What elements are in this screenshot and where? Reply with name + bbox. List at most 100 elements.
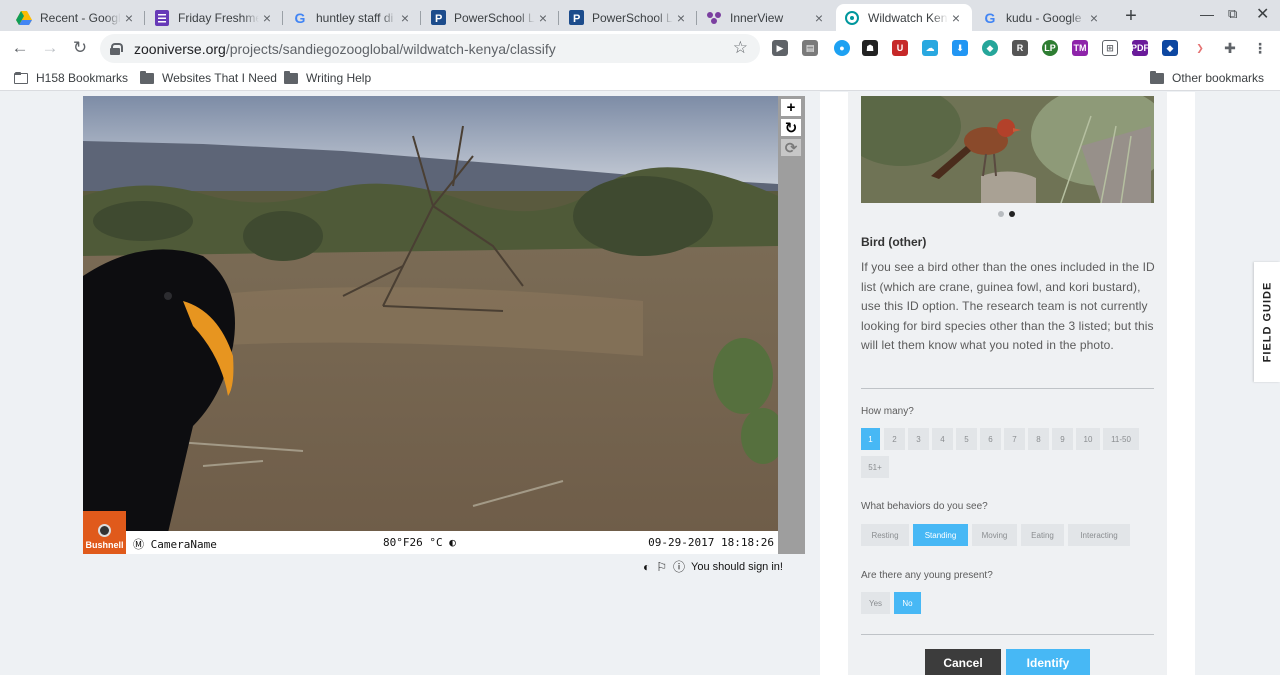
extension-icon[interactable]: TM <box>1072 40 1088 56</box>
carousel-dot-active[interactable] <box>1009 211 1015 217</box>
field-guide-label: FIELD GUIDE <box>1261 281 1274 363</box>
info-icon[interactable]: ⓘ <box>673 558 685 575</box>
tab-title: PowerSchool Le <box>592 10 673 25</box>
extension-icon[interactable]: R <box>1012 40 1028 56</box>
young-option-yes[interactable]: Yes <box>861 592 890 614</box>
restore-icon[interactable]: ⧉ <box>1228 6 1237 22</box>
puzzle-icon[interactable]: ✚ <box>1222 40 1238 56</box>
behavior-interacting[interactable]: Interacting <box>1068 524 1130 546</box>
tab-kudu-google[interactable]: G kudu - Google S × <box>974 4 1110 31</box>
minimize-icon[interactable]: — <box>1200 6 1214 22</box>
close-icon[interactable]: × <box>948 10 964 26</box>
extension-icon[interactable]: ◆ <box>982 40 998 56</box>
other-bookmarks[interactable]: Other bookmarks <box>1150 70 1265 85</box>
bookmark-writing-help[interactable]: Writing Help <box>284 70 372 85</box>
tab-friday-freshmen[interactable]: Friday Freshme × <box>146 4 283 31</box>
tab-title: PowerSchool Le <box>454 10 535 25</box>
lock-icon <box>110 42 123 55</box>
bookmark-websites[interactable]: Websites That I Need <box>140 70 277 85</box>
choice-description: If you see a bird other than the ones in… <box>861 260 1155 353</box>
how-many-option-10[interactable]: 10 <box>1076 428 1100 450</box>
close-icon[interactable]: × <box>535 10 551 26</box>
folder-icon <box>284 70 298 84</box>
new-tab-button[interactable]: + <box>1120 5 1142 28</box>
camera-name: Ⓜ CameraName <box>133 538 217 551</box>
extension-icon[interactable]: ☗ <box>862 40 878 56</box>
how-many-option-1[interactable]: 1 <box>861 428 880 450</box>
extension-icon[interactable]: ◆ <box>1162 40 1178 56</box>
subject-image[interactable] <box>83 96 778 554</box>
bookmark-folder-icon <box>14 71 28 84</box>
extension-icon[interactable]: ▶ <box>772 40 788 56</box>
camera-info-strip: Bushnell Ⓜ CameraName 80°F26 °C ◐ 09-29-… <box>83 511 778 554</box>
reset-button[interactable]: ⟳ <box>781 139 801 157</box>
close-icon[interactable]: × <box>121 10 137 26</box>
extension-icon[interactable]: LP <box>1042 40 1058 56</box>
tab-powerschool-2[interactable]: P PowerSchool Le × <box>560 4 697 31</box>
zoom-in-button[interactable]: + <box>781 99 801 116</box>
drive-icon <box>16 10 32 26</box>
viewer-toolbar: + ↻ ⟳ <box>778 96 805 554</box>
how-many-option-51-plus[interactable]: 51+ <box>861 456 889 478</box>
innerview-icon <box>706 10 722 26</box>
tab-powerschool-1[interactable]: P PowerSchool Le × <box>422 4 559 31</box>
rotate-button[interactable]: ↻ <box>781 119 801 137</box>
close-icon[interactable]: × <box>811 10 827 26</box>
powerschool-icon: P <box>430 10 446 26</box>
how-many-option-7[interactable]: 7 <box>1004 428 1025 450</box>
forward-icon[interactable]: → <box>40 38 60 58</box>
field-guide-tab[interactable]: FIELD GUIDE <box>1254 262 1280 382</box>
extension-icon[interactable]: ⊞ <box>1102 40 1118 56</box>
tab-huntley-staff[interactable]: G huntley staff di × <box>284 4 421 31</box>
reload-icon[interactable]: ↻ <box>70 38 90 58</box>
bookmark-h158[interactable]: H158 Bookmarks <box>14 71 128 85</box>
young-option-no[interactable]: No <box>894 592 921 614</box>
menu-icon[interactable]: ⋮ <box>1252 40 1268 56</box>
how-many-option-4[interactable]: 4 <box>932 428 953 450</box>
image-carousel-dots[interactable] <box>998 211 1015 217</box>
how-many-option-11-50[interactable]: 11-50 <box>1103 428 1139 450</box>
identify-button[interactable]: Identify <box>1006 649 1090 675</box>
google-icon: G <box>984 9 996 26</box>
extension-icon[interactable]: ⬇ <box>952 40 968 56</box>
how-many-option-6[interactable]: 6 <box>980 428 1001 450</box>
behavior-resting[interactable]: Resting <box>861 524 909 546</box>
extension-icon[interactable]: ❯ <box>1192 40 1208 56</box>
how-many-option-9[interactable]: 9 <box>1052 428 1073 450</box>
tab-title: huntley staff di <box>316 10 394 25</box>
extension-icon[interactable]: ☁ <box>922 40 938 56</box>
extension-icon[interactable]: ▤ <box>802 40 818 56</box>
close-icon[interactable]: × <box>1086 10 1102 26</box>
tab-wildwatch-kenya[interactable]: Wildwatch Ken × <box>836 4 972 31</box>
close-icon[interactable]: × <box>397 10 413 26</box>
back-icon[interactable]: ← <box>10 38 30 58</box>
address-bar[interactable]: zooniverse.org/projects/sandiegozoogloba… <box>100 34 760 63</box>
behavior-standing[interactable]: Standing <box>913 524 968 546</box>
carousel-dot[interactable] <box>998 211 1004 217</box>
how-many-option-8[interactable]: 8 <box>1028 428 1049 450</box>
bookmark-label: Other bookmarks <box>1172 71 1265 85</box>
window-close-icon[interactable]: ✕ <box>1256 4 1269 24</box>
behavior-eating[interactable]: Eating <box>1021 524 1064 546</box>
bookmark-label: Writing Help <box>306 71 372 85</box>
close-icon[interactable]: × <box>259 10 275 26</box>
google-icon: G <box>294 9 306 26</box>
behavior-moving[interactable]: Moving <box>972 524 1017 546</box>
how-many-option-3[interactable]: 3 <box>908 428 929 450</box>
tab-recent-google[interactable]: Recent - Google × <box>8 4 145 31</box>
folder-icon <box>1150 70 1164 84</box>
bookmark-star-icon[interactable]: ☆ <box>733 38 748 58</box>
close-icon[interactable]: × <box>673 10 689 26</box>
camera-timestamp: 09-29-2017 18:18:26 <box>648 536 774 549</box>
extension-icon[interactable]: ● <box>834 40 850 56</box>
url-text: zooniverse.org/projects/sandiegozoogloba… <box>134 40 556 57</box>
how-many-option-5[interactable]: 5 <box>956 428 977 450</box>
extension-icon[interactable]: PDF <box>1131 40 1149 56</box>
invert-icon[interactable]: ◐ <box>643 560 650 574</box>
how-many-option-2[interactable]: 2 <box>884 428 905 450</box>
flag-icon[interactable]: ⚐ <box>656 560 667 574</box>
cancel-button[interactable]: Cancel <box>925 649 1001 675</box>
tab-strip: Recent - Google × Friday Freshme × G hun… <box>0 0 1280 31</box>
tab-innerview[interactable]: InnerView × <box>698 4 835 31</box>
extension-icon[interactable]: U <box>892 40 908 56</box>
